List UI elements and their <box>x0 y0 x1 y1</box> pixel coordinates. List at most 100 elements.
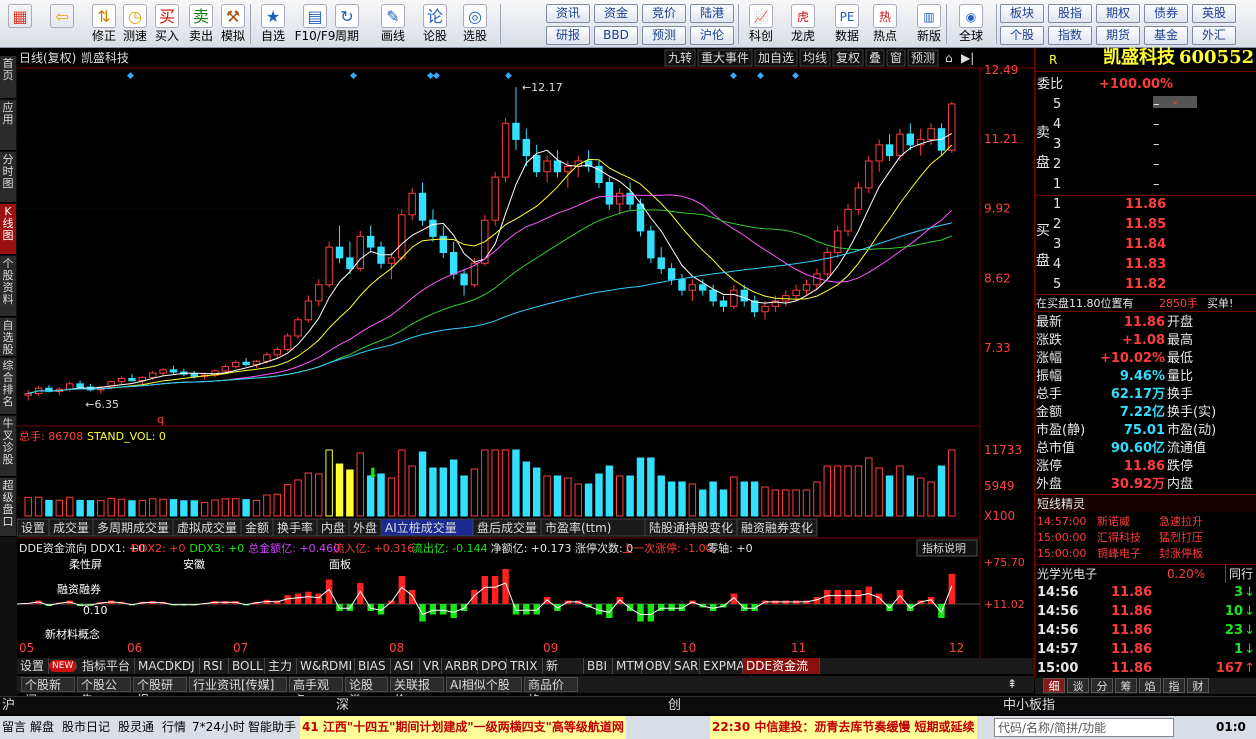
left-nav-综合排名[interactable]: 综合排名 <box>0 358 16 415</box>
news-tab-行业资讯[传媒][interactable]: 行业资讯[传媒] <box>189 677 287 692</box>
toolbar-周期[interactable]: ↻ 周期 <box>330 2 364 46</box>
status-股市日记[interactable]: 股市日记 <box>62 716 110 739</box>
status-智能助手[interactable]: 智能助手 <box>248 716 296 739</box>
toolbar-买入[interactable]: 买买入 <box>150 2 184 46</box>
bid-price[interactable]: 11.82 <box>1125 276 1166 294</box>
bid-price[interactable]: 11.84 <box>1125 236 1166 254</box>
indicator-tab-ARBR[interactable]: ARBR <box>442 658 478 674</box>
toolbar-债券[interactable]: 债券 <box>1144 4 1188 23</box>
panel-tab-财[interactable]: 财 <box>1187 678 1209 693</box>
indicator-tab-SAR[interactable]: SAR <box>671 658 700 674</box>
toolbar-新版[interactable]: ▥ 新版 <box>910 2 948 46</box>
toolbar-windows-icon[interactable]: ▦ <box>3 2 37 46</box>
sprite-stock[interactable]: 汇得科技 <box>1097 530 1141 546</box>
toolbar-外汇[interactable]: 外汇 <box>1192 26 1236 45</box>
kline-chart-area[interactable]: 日线(复权) 凯盛科技 九转 重大事件 加自选 均线 复权叠窗预测 ⌂ ▶| 12.49 11.21… <box>17 48 1034 658</box>
ask-price[interactable]: – <box>1153 176 1160 194</box>
left-nav-牛叉诊股[interactable]: 牛叉诊股 <box>0 416 16 477</box>
indicator-tab-新DMA[interactable]: 新DMA <box>543 658 584 689</box>
bid-price[interactable]: 11.86 <box>1125 196 1166 214</box>
indicator-tab-MACD[interactable]: MACD <box>135 658 174 674</box>
left-nav-个股资料[interactable]: 个股资料 <box>0 256 16 317</box>
toolbar-论股[interactable]: 论论股 <box>418 2 452 46</box>
indicator-tab-VR[interactable]: VR <box>420 658 442 674</box>
left-nav-首页[interactable]: 首页 <box>0 56 16 99</box>
bid-price[interactable]: 11.83 <box>1125 256 1166 274</box>
toolbar-沪伦[interactable]: 沪伦 <box>690 26 734 45</box>
news-ticker-2[interactable]: 22:30 中信建投：沥青去库节奏缓慢 短期或延续 <box>710 716 977 739</box>
left-nav-分时图[interactable]: 分时图 <box>0 152 16 203</box>
toolbar-竞价[interactable]: 竞价 <box>642 4 686 23</box>
toolbar-模拟[interactable]: ⚒ 模拟 <box>216 2 250 46</box>
panel-tab-分[interactable]: 分 <box>1091 678 1113 693</box>
toolbar-陆港[interactable]: 陆港 <box>690 4 734 23</box>
expand-icon[interactable]: ▶| <box>961 51 974 65</box>
news-tab-商品价格[interactable]: 商品价格 <box>524 677 578 707</box>
status-留言[interactable]: 留言 <box>2 716 26 739</box>
toolbar-板块[interactable]: 板块 <box>1000 4 1044 23</box>
toolbar-测速[interactable]: ◷ 测速 <box>118 2 152 46</box>
indicator-tab-ASI[interactable]: ASI <box>391 658 420 674</box>
event-marker-icon[interactable]: ◆ <box>127 71 134 81</box>
market-cy[interactable]: 创 <box>668 697 681 715</box>
panel-tab-指[interactable]: 指 <box>1163 678 1185 693</box>
panel-tab-谈[interactable]: 谈 <box>1067 678 1089 693</box>
event-marker-icon[interactable]: ◆ <box>505 71 512 81</box>
left-nav-应用[interactable]: 应用 <box>0 100 16 151</box>
indicator-tab-DPO[interactable]: DPO <box>478 658 507 674</box>
indicator-tab-EXPMA[interactable]: EXPMA <box>700 658 745 674</box>
news-tab-论股堂[interactable]: 论股堂 <box>345 677 388 707</box>
toolbar-卖出[interactable]: 卖卖出 <box>184 2 218 46</box>
toolbar-自选[interactable]: ★ 自选 <box>256 2 290 46</box>
indicator-tab-NEW[interactable]: NEW <box>49 660 77 672</box>
market-sz[interactable]: 深 <box>336 697 349 715</box>
sprite-stock[interactable]: 铜峰电子 <box>1097 546 1141 562</box>
panel-tab-筹[interactable]: 筹 <box>1115 678 1137 693</box>
toolbar-全球[interactable]: ◉ 全球 <box>952 2 990 46</box>
scroll-top-icon[interactable]: ⇞ <box>1007 677 1017 691</box>
news-tab-高手观点[interactable]: 高手观点 <box>289 677 343 707</box>
panel-tab-焰[interactable]: 焰 <box>1139 678 1161 693</box>
ask-price[interactable]: – <box>1153 156 1160 174</box>
left-nav-K线图[interactable]: K线图 <box>0 204 16 255</box>
indicator-tab-W&R[interactable]: W&R <box>297 658 330 674</box>
toolbar-基金[interactable]: 基金 <box>1144 26 1188 45</box>
event-marker-icon[interactable]: ◆ <box>757 71 764 81</box>
left-nav-超级盘口[interactable]: 超级盘口 <box>0 478 16 537</box>
news-tab-个股公告[interactable]: 个股公告 <box>77 677 131 707</box>
indicator-tab-RSI[interactable]: RSI <box>200 658 229 674</box>
indicator-tab-设置[interactable]: 设置 <box>17 658 49 674</box>
toolbar-资金[interactable]: 资金 <box>594 4 638 23</box>
news-tab-个股研报[interactable]: 个股研报 <box>133 677 187 707</box>
toolbar-研报[interactable]: 研报 <box>546 26 590 45</box>
indicator-tab-BOLL[interactable]: BOLL <box>229 658 265 674</box>
event-marker-icon[interactable]: ◆ <box>350 71 357 81</box>
status-解盘[interactable]: 解盘 <box>30 716 54 739</box>
news-tab-个股新闻[interactable]: 个股新闻 <box>21 677 75 707</box>
toolbar-画线[interactable]: ✎ 画线 <box>376 2 410 46</box>
indicator-tab-DDE资金流向[interactable]: DDE资金流向 <box>743 658 820 689</box>
sprite-stock[interactable]: 新诺威 <box>1097 514 1130 530</box>
toolbar-数据[interactable]: PE 数据 <box>828 2 866 46</box>
indicator-tab-DMI[interactable]: DMI <box>326 658 355 674</box>
indicator-tab-MTM[interactable]: MTM <box>613 658 644 674</box>
code-search-input[interactable]: 代码/名称/简拼/功能 <box>994 718 1174 737</box>
market-zx[interactable]: 中小板指 <box>1003 697 1055 715</box>
toolbar-股指[interactable]: 股指 <box>1048 4 1092 23</box>
toolbar-英股[interactable]: 英股 <box>1192 4 1236 23</box>
toolbar-龙虎[interactable]: 虎龙虎 <box>784 2 822 46</box>
toolbar-修正[interactable]: ⇅ 修正 <box>87 2 121 46</box>
toolbar-期货[interactable]: 期货 <box>1096 26 1140 45</box>
ask-price[interactable]: – <box>1153 136 1160 154</box>
indicator-tab-主力[interactable]: 主力 <box>265 658 297 674</box>
status-行情[interactable]: 行情 <box>162 716 186 739</box>
lock-icon[interactable]: ⌂ <box>945 51 953 65</box>
toolbar-期权[interactable]: 期权 <box>1096 4 1140 23</box>
toolbar-BBD[interactable]: BBD <box>594 26 638 45</box>
news-tab-关联报价[interactable]: 关联报价 <box>390 677 444 707</box>
sector-name[interactable]: 光学光电子 <box>1037 565 1097 583</box>
toolbar-资讯[interactable]: 资讯 <box>546 4 590 23</box>
toolbar-热点[interactable]: 热热点 <box>866 2 904 46</box>
toolbar-选股[interactable]: ◎ 选股 <box>458 2 492 46</box>
indicator-tab-指标平台[interactable]: 指标平台 <box>79 658 135 674</box>
